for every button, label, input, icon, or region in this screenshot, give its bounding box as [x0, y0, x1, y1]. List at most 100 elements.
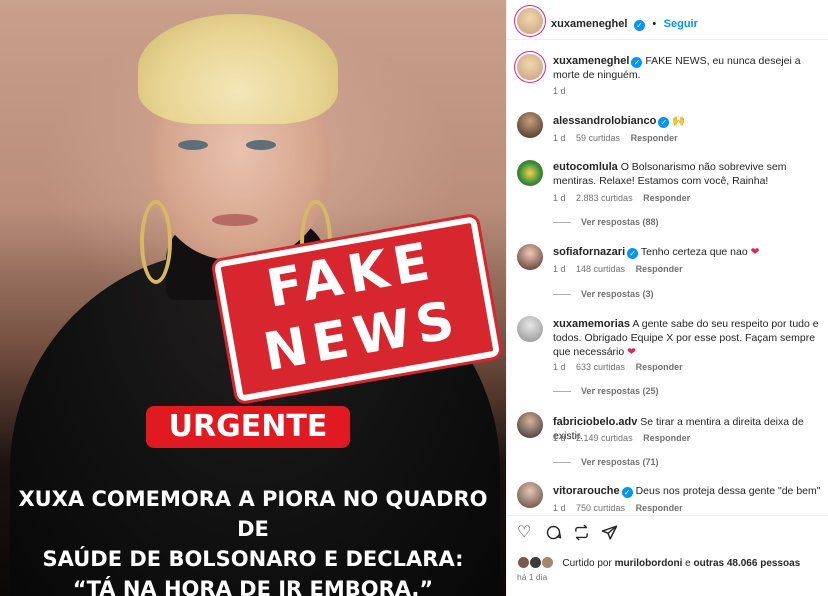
headline-line-1: XUXA COMEMORA A PIORA NO QUADRO DE	[18, 487, 488, 541]
post-headline: XUXA COMEMORA A PIORA NO QUADRO DE SAÚDE…	[0, 484, 506, 596]
view-replies-line	[553, 222, 571, 224]
caption-username[interactable]: xuxameneghel	[553, 55, 629, 67]
comment-username[interactable]: xuxamemorias	[553, 318, 630, 330]
comment-body: 🙌	[672, 115, 686, 127]
verified-badge-icon: ✓	[621, 487, 633, 498]
headline-line-3: “TÁ NA HORA DE IR EMBORA.”	[72, 577, 434, 596]
comment-time: 1 d	[553, 133, 566, 143]
person-lips	[212, 214, 258, 226]
liked-by: Curtido por murilobordoni e outras 48.06…	[517, 556, 800, 569]
comment-meta: 1 d 59 curtidas Responder	[553, 133, 686, 143]
comment-username[interactable]: eutocomlula	[553, 161, 618, 173]
person-eye-right	[246, 140, 276, 150]
comment-username[interactable]: alessandrolobianco	[553, 115, 656, 127]
comment-icon[interactable]	[545, 524, 562, 546]
reply-button[interactable]: Responder	[636, 503, 683, 513]
commenter-avatar[interactable]	[517, 112, 543, 138]
red-heart-icon: ❤	[627, 346, 636, 358]
comment-item: vitorarouche ✓ Deus nos proteja dessa gen…	[507, 480, 828, 516]
comment-time: 1 d	[553, 503, 566, 513]
comment-time: 1 d	[553, 433, 566, 443]
action-bar: ♡ Curtido por murilobordoni e outras 48.…	[507, 515, 828, 595]
comment-item: alessandrolobianco ✓ 🙌 1 d 59 curtidas Re…	[507, 108, 828, 148]
person-hair	[138, 14, 338, 124]
liked-by-conjunction: e	[685, 558, 691, 569]
verified-badge-icon: ✓	[627, 248, 639, 259]
urgent-badge: URGENTE	[146, 406, 350, 448]
view-replies-label[interactable]: Ver respostas (3)	[581, 289, 654, 299]
commenter-avatar[interactable]	[517, 412, 543, 438]
post-header: xuxameneghel ✓ • Seguir	[507, 0, 828, 40]
repost-icon[interactable]	[573, 524, 590, 546]
view-replies-label[interactable]: Ver respostas (88)	[581, 217, 659, 227]
verified-badge-icon: ✓	[658, 117, 670, 128]
view-replies-line	[553, 391, 571, 393]
heart-icon[interactable]: ♡	[517, 524, 531, 542]
commenter-avatar[interactable]	[517, 244, 543, 270]
comment-body: Deus nos proteja dessa gente "de bem"	[635, 485, 821, 497]
liker-avatar	[528, 556, 542, 569]
caption: xuxameneghel ✓ FAKE NEWS, eu nunca deseje…	[507, 50, 828, 100]
comment-item: sofiafornazari ✓ Tenho certeza que nao ❤ …	[507, 240, 828, 302]
commenter-avatar[interactable]	[517, 482, 543, 508]
verified-badge-icon: ✓	[631, 57, 643, 68]
comment-body: Tenho certeza que nao	[640, 246, 748, 258]
comment-likes[interactable]: 148 curtidas	[576, 264, 625, 274]
comment-item: fabriciobelo.adv Se tirar a mentira a di…	[507, 410, 828, 472]
comment-time: 1 d	[553, 362, 566, 372]
comment-meta: 1 d 148 curtidas Responder	[553, 264, 691, 274]
comment-likes[interactable]: 2.149 curtidas	[576, 433, 633, 443]
post-time[interactable]: há 1 dia	[517, 572, 547, 582]
send-icon[interactable]	[601, 524, 618, 546]
author-username[interactable]: xuxameneghel	[551, 18, 627, 30]
comments-panel: xuxameneghel ✓ • Seguir xuxameneghel ✓ FA…	[506, 0, 828, 596]
commenter-avatar[interactable]	[517, 316, 543, 342]
view-replies-line	[553, 462, 571, 464]
comment-item: xuxamemorias A gente sabe do seu respeit…	[507, 314, 828, 402]
reply-button[interactable]: Responder	[636, 264, 683, 274]
author-avatar[interactable]	[517, 8, 543, 34]
caption-avatar[interactable]	[517, 54, 543, 80]
comment-username[interactable]: sofiafornazari	[553, 246, 625, 258]
comment-likes[interactable]: 633 curtidas	[576, 362, 625, 372]
comment-text: eutocomlula O Bolsonarismo não sobrevive…	[553, 160, 823, 188]
view-replies-button[interactable]: Ver respostas (71)	[553, 457, 659, 467]
comment-username[interactable]: vitorarouche	[553, 485, 620, 497]
comment-text: alessandrolobianco ✓ 🙌	[553, 114, 823, 128]
commenter-avatar[interactable]	[517, 160, 543, 186]
view-replies-label[interactable]: Ver respostas (71)	[581, 457, 659, 467]
liker-avatar	[540, 556, 554, 569]
post-image[interactable]: FAKE NEWS URGENTE XUXA COMEMORA A PIORA …	[0, 0, 506, 596]
view-replies-button[interactable]: Ver respostas (25)	[553, 386, 659, 396]
follow-button[interactable]: Seguir	[664, 18, 698, 30]
comment-text: vitorarouche ✓ Deus nos proteja dessa gen…	[553, 484, 823, 498]
comment-item: eutocomlula O Bolsonarismo não sobrevive…	[507, 156, 828, 236]
reply-button[interactable]: Responder	[636, 362, 683, 372]
person-eye-left	[178, 140, 208, 150]
view-replies-button[interactable]: Ver respostas (88)	[553, 217, 659, 227]
caption-meta: 1 d	[553, 86, 574, 96]
red-heart-icon: ❤	[750, 246, 760, 258]
view-replies-line	[553, 294, 571, 296]
comment-username[interactable]: fabriciobelo.adv	[553, 416, 637, 428]
liked-by-prefix: Curtido por	[562, 558, 612, 569]
header-separator: •	[652, 18, 657, 30]
view-replies-button[interactable]: Ver respostas (3)	[553, 289, 654, 299]
comment-likes[interactable]: 2.883 curtidas	[576, 193, 633, 203]
comment-likes[interactable]: 59 curtidas	[576, 133, 620, 143]
comment-text: xuxamemorias A gente sabe do seu respeit…	[553, 317, 823, 359]
comment-meta: 1 d 2.883 curtidas Responder	[553, 193, 698, 203]
comment-meta: 1 d 2.149 curtidas Responder	[553, 433, 698, 443]
liked-by-user[interactable]: murilobordoni	[615, 558, 683, 569]
view-replies-label[interactable]: Ver respostas (25)	[581, 386, 659, 396]
comment-likes[interactable]: 750 curtidas	[576, 503, 625, 513]
reply-button[interactable]: Responder	[643, 433, 690, 443]
comment-time: 1 d	[553, 193, 566, 203]
liked-by-others[interactable]: outras 48.066 pessoas	[694, 558, 801, 569]
reply-button[interactable]: Responder	[631, 133, 678, 143]
comment-time: 1 d	[553, 264, 566, 274]
caption-text: xuxameneghel ✓ FAKE NEWS, eu nunca deseje…	[553, 54, 823, 82]
earring-left	[140, 200, 172, 284]
reply-button[interactable]: Responder	[643, 193, 690, 203]
comment-meta: 1 d 633 curtidas Responder	[553, 362, 691, 372]
